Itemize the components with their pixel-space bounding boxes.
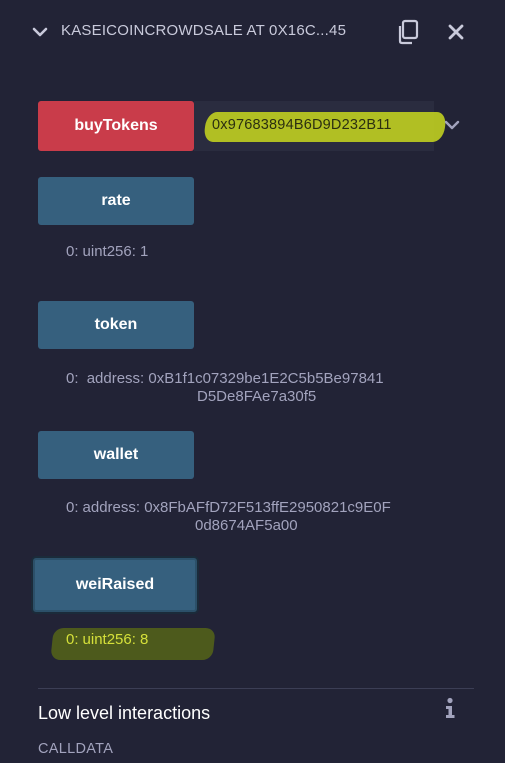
chevron-down-icon[interactable]	[443, 116, 461, 134]
contract-title[interactable]: KASEICOINCROWDSALE AT 0X16C...45	[61, 22, 376, 39]
token-output: 0: address: 0xB1f1c07329be1E2C5b5Be97841	[66, 369, 384, 388]
buy-tokens-label: buyTokens	[74, 117, 158, 134]
token-output-continued: D5De8FAe7a30f5	[197, 387, 316, 406]
buy-tokens-argument-value[interactable]: 0x97683894B6D9D232B11	[212, 117, 392, 133]
output-index: 0:	[66, 631, 79, 648]
buy-tokens-button[interactable]: buyTokens	[38, 101, 194, 151]
rate-output: 0: uint256: 1	[66, 242, 148, 261]
wallet-button[interactable]: wallet	[38, 431, 194, 479]
rate-label: rate	[101, 192, 131, 209]
contract-header: KASEICOINCROWDSALE AT 0X16C...45	[0, 0, 505, 62]
output-value-line1: address: 0xB1f1c07329be1E2C5b5Be97841	[86, 370, 384, 387]
close-icon[interactable]	[446, 22, 466, 42]
output-value: uint256: 1	[82, 243, 149, 260]
token-button[interactable]: token	[38, 301, 194, 349]
wallet-output-continued: 0d8674AF5a00	[195, 516, 298, 535]
wei-raised-button[interactable]: weiRaised	[33, 558, 197, 612]
wallet-output: 0: address: 0x8FbAFfD72F513ffE2950821c9E0…	[66, 498, 391, 517]
wallet-label: wallet	[93, 446, 139, 463]
output-index: 0:	[66, 243, 79, 260]
token-label: token	[94, 316, 138, 333]
calldata-label: CALLDATA	[38, 741, 114, 757]
output-value-line2: D5De8FAe7a30f5	[197, 388, 317, 405]
wei-raised-output: 0: uint256: 8	[66, 630, 148, 649]
output-value-line2: 0d8674AF5a00	[195, 517, 298, 534]
low-level-title: Low level interactions	[38, 703, 211, 723]
info-icon[interactable]	[443, 697, 457, 719]
rate-button[interactable]: rate	[38, 177, 194, 225]
output-value: uint256: 8	[82, 631, 149, 648]
output-index: 0:	[66, 499, 79, 516]
output-value-line1: address: 0x8FbAFfD72F513ffE2950821c9E0F	[82, 499, 391, 516]
output-index: 0:	[66, 370, 79, 387]
copy-icon[interactable]	[396, 19, 420, 45]
wei-raised-label: weiRaised	[75, 576, 155, 593]
chevron-down-icon[interactable]	[30, 22, 50, 42]
section-divider	[38, 688, 474, 689]
